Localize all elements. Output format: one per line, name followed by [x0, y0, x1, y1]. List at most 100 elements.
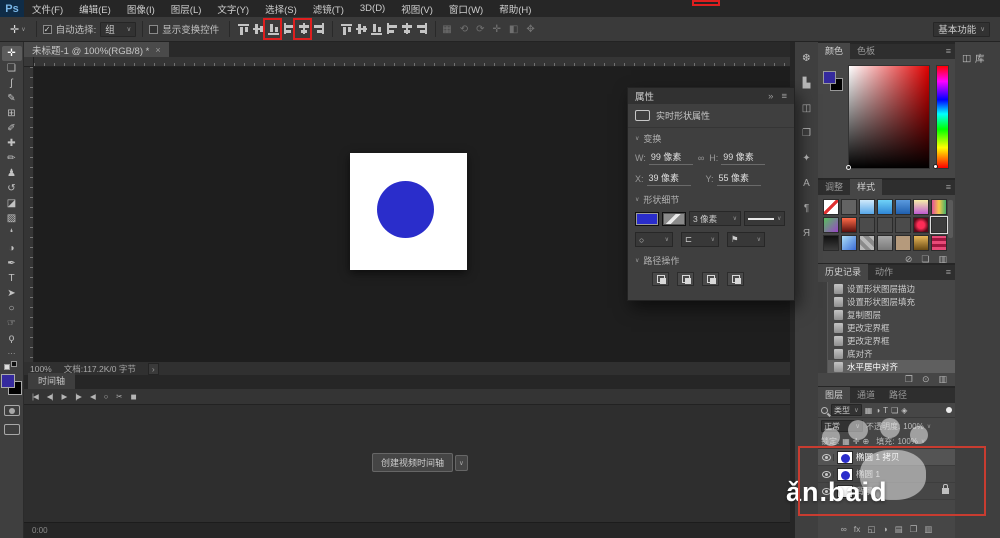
style-swatch[interactable] [895, 199, 911, 215]
clear-style-button[interactable]: ⊘ [905, 254, 913, 265]
hue-slider[interactable] [936, 65, 949, 169]
stroke-option-dropdown[interactable]: ○ ∨ [635, 232, 673, 247]
menu-item[interactable]: 文件(F) [24, 2, 71, 16]
tab-styles[interactable]: 样式 [850, 179, 883, 195]
tab-layers[interactable]: 图层 [818, 387, 851, 403]
align-right-edges-button[interactable] [312, 22, 326, 36]
menu-item[interactable]: 编辑(E) [71, 2, 119, 16]
new-layer-button[interactable]: ❐ [910, 524, 918, 535]
new-style-button[interactable]: ❏ [921, 254, 929, 265]
history-item[interactable]: 水平居中对齐 [818, 360, 955, 373]
brush-tool[interactable]: ✏ [2, 151, 22, 166]
history-item[interactable]: 更改定界框 [818, 321, 955, 334]
style-swatch[interactable] [859, 217, 875, 233]
edit-toolbar-dots-icon[interactable]: ⋯ [8, 349, 16, 358]
healing-brush-tool[interactable]: ✚ [2, 136, 22, 151]
document-artboard[interactable] [350, 153, 467, 270]
3d-drag-button[interactable]: ✛ [493, 24, 501, 35]
intersect-shapes-button[interactable] [702, 272, 719, 286]
combine-shapes-button[interactable] [652, 272, 669, 286]
tab-actions[interactable]: 动作 [868, 264, 900, 280]
filter-toggle[interactable] [946, 407, 952, 413]
panel-menu-icon[interactable]: ≡ [781, 91, 787, 102]
menu-item[interactable]: 图像(I) [119, 2, 163, 16]
tab-channels[interactable]: 通道 [850, 387, 882, 403]
menu-item[interactable]: 文字(Y) [209, 2, 257, 16]
filter-pixel-layers-icon[interactable]: ▦ [865, 406, 873, 415]
3d-roll-button[interactable]: ⟳ [476, 24, 484, 35]
timeline-transport-button[interactable]: ✂ [116, 392, 122, 401]
timeline-transport-button[interactable]: ◀| [47, 392, 54, 401]
paragraph-panel-icon[interactable]: ¶ [800, 202, 814, 214]
layer-thumbnail[interactable] [837, 467, 853, 481]
shape-details-section-header[interactable]: ∨ 形状细节 [628, 189, 794, 208]
style-swatch[interactable] [823, 217, 839, 233]
create-video-timeline-button[interactable]: 创建视频时间轴 [372, 453, 454, 472]
align-bottom-edges-button[interactable] [267, 22, 281, 36]
ellipse-shape-tool[interactable]: ○ [2, 301, 22, 316]
eyedropper-tool[interactable]: ✐ [2, 121, 22, 136]
swap-colors-icon[interactable] [4, 361, 19, 371]
3d-rotate-button[interactable]: ⟲ [460, 24, 468, 35]
lock-position-icon[interactable]: ✛ [853, 437, 860, 446]
show-transform-checkbox[interactable] [149, 24, 159, 34]
layer-row[interactable]: 椭圆 1 [818, 466, 955, 483]
tab-history[interactable]: 历史记录 [818, 264, 869, 280]
blend-mode-dropdown[interactable]: 正常 ∨ [821, 420, 863, 432]
auto-select-checkbox[interactable]: ✓ [42, 24, 52, 34]
distribute-vertical-centers-button[interactable] [355, 22, 369, 36]
tab-adjustments[interactable]: 调整 [818, 179, 850, 195]
screen-mode-button[interactable] [3, 424, 20, 435]
zoom-tool[interactable]: ϙ [2, 331, 22, 346]
stroke-color-swatch[interactable] [662, 211, 686, 226]
lock-all-icon[interactable]: ⊕ [863, 437, 870, 446]
color-panel-foreground-swatch[interactable] [823, 71, 836, 84]
layer-row[interactable]: 椭圆 1 拷贝 [818, 449, 955, 466]
fill-color-swatch[interactable] [635, 211, 659, 226]
panel-menu-icon[interactable]: ≡ [946, 182, 951, 192]
menu-item[interactable]: 视图(V) [393, 2, 441, 16]
delete-layer-button[interactable]: ▥ [924, 524, 932, 535]
link-layers-button[interactable]: ∞ [841, 524, 847, 535]
hue-picker-dot[interactable] [933, 164, 938, 169]
history-item[interactable]: 复制图层 [818, 308, 955, 321]
filter-type-layers-icon[interactable]: T [883, 406, 888, 415]
foreground-color-swatch[interactable] [0, 374, 15, 388]
new-snapshot-button[interactable]: ⊙ [922, 374, 930, 385]
stroke-type-dropdown[interactable]: ∨ [744, 211, 786, 226]
layer-thumbnail[interactable] [837, 450, 853, 464]
status-options-button[interactable]: › [147, 362, 159, 375]
align-left-edges-button[interactable] [282, 22, 296, 36]
history-item[interactable]: 设置形状图层填充 [818, 295, 955, 308]
glyphs-panel-icon[interactable]: Я [800, 227, 814, 239]
info-panel-icon[interactable]: ◫ [800, 102, 814, 114]
tab-color[interactable]: 颜色 [818, 43, 851, 59]
document-tab[interactable]: 未标题-1 @ 100%(RGB/8) * × [24, 42, 169, 57]
lock-transparency-icon[interactable]: ▦ [842, 437, 850, 446]
stroke-option-dropdown[interactable]: ⚑ ∨ [727, 232, 765, 247]
height-field[interactable]: 99 像素 [721, 150, 766, 165]
tab-paths[interactable]: 路径 [882, 387, 914, 403]
pen-tool[interactable]: ✒ [2, 256, 22, 271]
libraries-panel-button[interactable]: ◫ 库 [955, 42, 1000, 74]
style-swatch[interactable] [823, 235, 839, 251]
brush-settings-panel-icon[interactable]: ❆ [800, 52, 814, 64]
style-swatch[interactable] [895, 217, 911, 233]
delete-state-button[interactable]: ▥ [938, 374, 947, 385]
gradient-tool[interactable]: ▨ [2, 211, 22, 226]
saturation-picker-dot[interactable] [846, 165, 851, 170]
distribute-top-edges-button[interactable] [340, 22, 354, 36]
marquee-tool[interactable]: ❏ [2, 61, 22, 76]
lasso-tool[interactable]: ʃ [2, 76, 22, 91]
x-position-field[interactable]: 39 像素 [646, 171, 691, 186]
new-group-button[interactable]: ▤ [895, 524, 903, 535]
align-top-edges-button[interactable] [237, 22, 251, 36]
history-item[interactable]: 设置形状图层描边 [818, 282, 955, 295]
style-swatch[interactable] [913, 199, 929, 215]
tool-presets-panel-icon[interactable]: ✦ [800, 152, 814, 164]
filter-shape-layers-icon[interactable]: ❏ [891, 406, 898, 415]
filter-adjustment-layers-icon[interactable]: ◑ [875, 406, 880, 415]
style-swatch[interactable] [913, 235, 929, 251]
link-dimensions-icon[interactable]: ∞ [698, 153, 704, 163]
menu-item[interactable]: 选择(S) [257, 2, 305, 16]
